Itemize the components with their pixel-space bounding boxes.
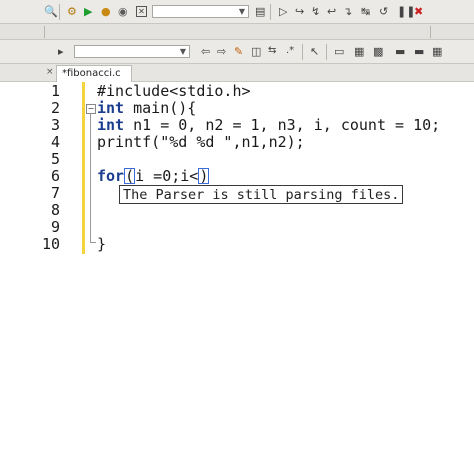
code-text: i =0;i< xyxy=(135,167,199,185)
step-into-icon[interactable]: ↯ xyxy=(311,6,320,17)
matched-brace: ) xyxy=(198,167,210,185)
fold-guide-end xyxy=(90,242,96,243)
code-line-2: int main(){ xyxy=(97,100,196,117)
replace-icon[interactable]: ◫ xyxy=(251,46,261,57)
main-toolbar: 🔍 ⚙ ▶ ● ◉ ✕ ▼ ▤ ▷ ↪ ↯ ↩ ↴ ↹ ↺ ❚❚ ✖ xyxy=(0,0,474,24)
run-icon[interactable]: ▶ xyxy=(84,6,92,17)
regex-icon[interactable]: .* xyxy=(286,46,294,56)
replace-all-icon[interactable]: ⇆ xyxy=(268,46,276,56)
line-number: 8 xyxy=(50,201,60,219)
code-line-1: #include<stdio.h> xyxy=(97,82,251,100)
line-number: 1 xyxy=(50,82,60,100)
editor-tab-bar: × *fibonacci.c xyxy=(0,64,474,82)
window-icon[interactable]: ▦ xyxy=(354,46,364,57)
toolbar-separator xyxy=(270,4,271,20)
code-line-6: for(i =0;i<) xyxy=(97,167,210,185)
file-icon[interactable]: ▤ xyxy=(255,6,265,17)
step-out-instruction-icon[interactable]: ↺ xyxy=(379,6,388,17)
stop-icon[interactable]: ◉ xyxy=(118,6,128,17)
line-number: 2 xyxy=(50,99,60,117)
code-text: main(){ xyxy=(124,99,197,117)
secondary-toolbar xyxy=(0,24,474,40)
line-number: 6 xyxy=(50,167,60,185)
line-number: 10 xyxy=(41,235,60,253)
code-line-3: int n1 = 0, n2 = 1, n3, i, count = 10; xyxy=(97,117,440,134)
view-icon[interactable]: ▭ xyxy=(334,46,344,57)
step-into-instruction-icon[interactable]: ↹ xyxy=(361,6,370,17)
back-icon[interactable]: ⇦ xyxy=(201,46,210,57)
change-marker-bar xyxy=(82,82,85,254)
run-to-cursor-icon[interactable]: ▷ xyxy=(279,6,287,17)
settings-icon[interactable]: ⚙ xyxy=(67,6,77,17)
chevron-down-icon: ▼ xyxy=(238,7,246,16)
build-target-select[interactable]: ▼ xyxy=(152,5,249,18)
pause-icon[interactable]: ❚❚ xyxy=(397,6,415,17)
next-instruction-icon[interactable]: ↴ xyxy=(343,6,352,17)
line-number: 3 xyxy=(50,116,60,134)
debug-icon[interactable]: ● xyxy=(101,6,111,17)
keyword: int xyxy=(97,99,125,117)
bookmark-icon[interactable]: ▸ xyxy=(58,46,64,57)
line-number: 7 xyxy=(50,184,60,202)
select-icon[interactable]: ↖ xyxy=(310,46,319,57)
chevron-down-icon: ▼ xyxy=(179,47,187,56)
line-number: 9 xyxy=(50,218,60,236)
toolbar-separator xyxy=(430,26,431,38)
highlight-icon[interactable]: ✎ xyxy=(234,46,243,57)
code-line-10: } xyxy=(97,235,107,253)
fold-guide xyxy=(90,114,91,242)
line-number: 4 xyxy=(50,133,60,151)
search-toolbar: ▸ ▼ ⇦ ⇨ ✎ ◫ ⇆ .* ↖ ▭ ▦ ▩ ▬ ▬ ▦ xyxy=(0,40,474,64)
code-editor[interactable]: 1 2 3 4 5 6 7 8 9 10 − #include<stdio.h>… xyxy=(0,82,474,474)
tab-label: *fibonacci.c xyxy=(62,68,121,79)
line-number-gutter: 1 2 3 4 5 6 7 8 9 10 xyxy=(0,82,82,254)
close-icon[interactable]: ✕ xyxy=(136,6,147,17)
panel-icon[interactable]: ▩ xyxy=(373,46,383,57)
toolbar-separator xyxy=(44,26,45,38)
toolbar-separator xyxy=(326,44,327,60)
keyword: int xyxy=(97,116,125,134)
fold-toggle-icon[interactable]: − xyxy=(86,104,96,114)
matched-brace: ( xyxy=(124,167,136,185)
toolbar-separator xyxy=(302,44,303,60)
layout-icon[interactable]: ▬ xyxy=(395,46,405,57)
search-icon[interactable]: 🔍 xyxy=(44,6,58,17)
stop-debug-icon[interactable]: ✖ xyxy=(414,6,423,17)
line-number: 5 xyxy=(50,150,60,168)
code-line-4: printf("%d %d ",n1,n2); xyxy=(97,133,305,151)
parser-status-tooltip: The Parser is still parsing files. xyxy=(119,185,404,204)
search-combo[interactable]: ▼ xyxy=(74,45,190,58)
forward-icon[interactable]: ⇨ xyxy=(217,46,226,57)
toolbar-separator xyxy=(59,4,60,20)
close-icon[interactable]: × xyxy=(46,67,54,77)
step-over-icon[interactable]: ↪ xyxy=(295,6,304,17)
layout-split-icon[interactable]: ▬ xyxy=(414,46,424,57)
layout-grid-icon[interactable]: ▦ xyxy=(432,46,442,57)
keyword: for xyxy=(97,167,125,185)
code-text: n1 = 0, n2 = 1, n3, i, count = 10; xyxy=(124,116,441,134)
tab-fibonacci[interactable]: *fibonacci.c xyxy=(56,65,132,82)
step-out-icon[interactable]: ↩ xyxy=(327,6,336,17)
